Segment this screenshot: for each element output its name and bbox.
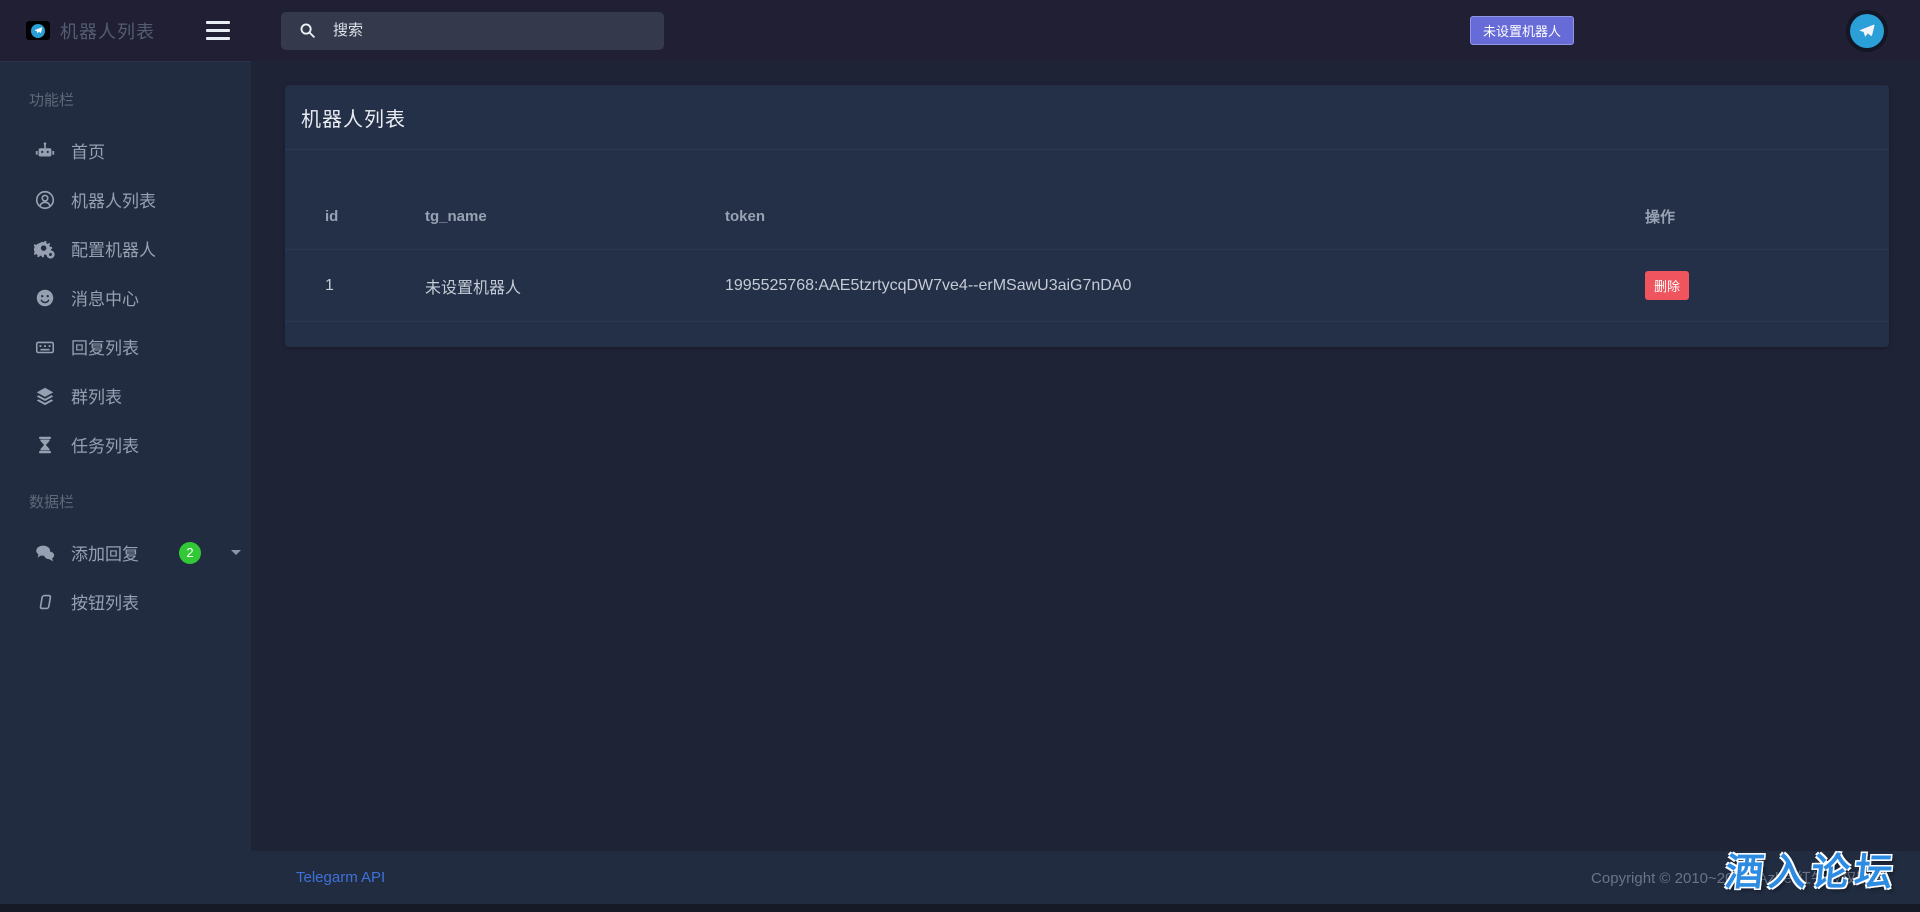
bot-list-card: 机器人列表 id tg_name token 操作 1 未设置机器人 bbox=[285, 85, 1889, 347]
brand-zone: 机器人列表 bbox=[0, 0, 251, 61]
sidebar-section-functions: 功能栏 bbox=[29, 89, 251, 110]
search-box[interactable] bbox=[281, 12, 664, 50]
bottom-strip bbox=[0, 904, 1920, 912]
hourglass-icon bbox=[32, 434, 58, 456]
sidebar-item-label: 配置机器人 bbox=[71, 236, 156, 261]
bot-table: id tg_name token 操作 1 未设置机器人 1995525768:… bbox=[285, 150, 1889, 322]
keyboard-icon bbox=[32, 336, 58, 358]
col-header-actions: 操作 bbox=[1645, 150, 1889, 250]
sidebar-item-task-list[interactable]: 任务列表 bbox=[0, 420, 251, 469]
cell-tg-name: 未设置机器人 bbox=[425, 250, 725, 322]
page-title: 机器人列表 bbox=[301, 103, 406, 132]
main-content: 机器人列表 id tg_name token 操作 1 未设置机器人 bbox=[251, 61, 1920, 851]
col-header-token: token bbox=[725, 150, 1645, 250]
telegram-logo-icon bbox=[31, 24, 45, 38]
col-header-id: id bbox=[285, 150, 425, 250]
robot-icon bbox=[32, 140, 58, 162]
forum-watermark: 酒入论坛 bbox=[1723, 841, 1901, 896]
app-title: 机器人列表 bbox=[60, 18, 155, 44]
sidebar-item-label: 首页 bbox=[71, 138, 105, 163]
sidebar-item-configure-bot[interactable]: 配置机器人 bbox=[0, 224, 251, 273]
card-body: id tg_name token 操作 1 未设置机器人 1995525768:… bbox=[285, 150, 1889, 322]
sidebar-item-label: 按钮列表 bbox=[71, 589, 139, 614]
sidebar-item-label: 回复列表 bbox=[71, 334, 139, 359]
app-logo bbox=[26, 21, 50, 40]
col-header-tg-name: tg_name bbox=[425, 150, 725, 250]
chevron-down-icon[interactable] bbox=[231, 550, 241, 555]
sidebar-item-label: 群列表 bbox=[71, 383, 122, 408]
search-icon bbox=[299, 22, 316, 39]
cell-id: 1 bbox=[285, 250, 425, 322]
telegram-api-link[interactable]: Telegarm API bbox=[296, 869, 385, 886]
table-header-row: id tg_name token 操作 bbox=[285, 150, 1889, 250]
sidebar-item-group-list[interactable]: 群列表 bbox=[0, 371, 251, 420]
sidebar-item-reply-list[interactable]: 回复列表 bbox=[0, 322, 251, 371]
footer: Telegarm API Copyright © 2010~2020. Azhe… bbox=[0, 851, 1920, 912]
smiley-icon bbox=[32, 287, 58, 309]
bot-status-button[interactable]: 未设置机器人 bbox=[1470, 16, 1574, 45]
sidebar-item-message-center[interactable]: 消息中心 bbox=[0, 273, 251, 322]
menu-toggle-icon[interactable] bbox=[206, 21, 230, 40]
delete-button[interactable]: 删除 bbox=[1645, 271, 1689, 300]
cell-token: 1995525768:AAE5tzrtycqDW7ve4--erMSawU3ai… bbox=[725, 250, 1645, 322]
gears-icon bbox=[32, 238, 58, 260]
sidebar-item-button-list[interactable]: 按钮列表 bbox=[0, 577, 251, 626]
sidebar-item-label: 消息中心 bbox=[71, 285, 139, 310]
card-header: 机器人列表 bbox=[285, 85, 1889, 150]
table-row: 1 未设置机器人 1995525768:AAE5tzrtycqDW7ve4--e… bbox=[285, 250, 1889, 322]
telegram-avatar-button[interactable] bbox=[1850, 14, 1884, 48]
sidebar-item-label: 机器人列表 bbox=[71, 187, 156, 212]
user-circle-icon bbox=[32, 189, 58, 211]
sidebar-item-label: 任务列表 bbox=[71, 432, 139, 457]
sidebar: 功能栏 首页 机器人列表 bbox=[0, 61, 251, 851]
sidebar-item-add-reply[interactable]: 添加回复 2 bbox=[0, 528, 251, 577]
sidebar-item-label: 添加回复 bbox=[71, 540, 139, 565]
sidebar-item-home[interactable]: 首页 bbox=[0, 126, 251, 175]
layers-icon bbox=[32, 385, 58, 407]
sidebar-item-bot-list[interactable]: 机器人列表 bbox=[0, 175, 251, 224]
sidebar-section-data: 数据栏 bbox=[29, 491, 251, 512]
reply-count-badge: 2 bbox=[179, 542, 201, 564]
chat-bubbles-icon bbox=[32, 542, 58, 564]
paper-plane-icon bbox=[1858, 22, 1876, 40]
search-input[interactable] bbox=[333, 22, 633, 39]
button-outline-icon bbox=[32, 591, 58, 613]
cell-actions: 删除 bbox=[1645, 250, 1889, 322]
top-bar: 机器人列表 未设置机器人 bbox=[0, 0, 1920, 61]
